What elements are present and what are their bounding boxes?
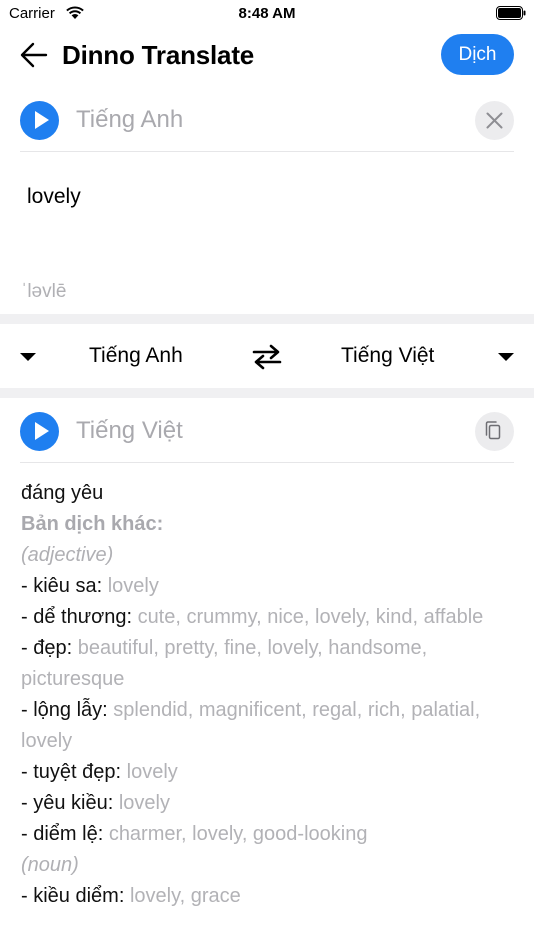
synonyms: lovely [118, 792, 170, 814]
caret-down-icon[interactable] [20, 353, 36, 361]
part-of-speech: (adjective) [21, 544, 114, 566]
other-translations-label: Bản dịch khác: [21, 513, 164, 535]
list-item: - dể thương: cute, crummy, nice, lovely,… [21, 602, 521, 633]
divider [20, 151, 514, 152]
translation-term: - dể thương: [21, 606, 138, 628]
list-item: - yêu kiều: lovely [21, 788, 521, 819]
main-translation: đáng yêu [21, 482, 104, 504]
translation-term: - kiều diểm: [21, 885, 130, 907]
page-title: Dinno Translate [62, 40, 255, 70]
translation-result: đáng yêu Bản dịch khác: (adjective) - ki… [21, 478, 521, 912]
close-icon [486, 112, 503, 129]
navigation-bar: Dinno Translate Dịch [0, 28, 534, 84]
target-language-label: Tiếng Việt [76, 417, 183, 444]
clock: 8:48 AM [238, 5, 296, 22]
source-header: Tiếng Anh [20, 100, 514, 142]
section-separator [0, 314, 534, 324]
list-item: - đẹp: beautiful, pretty, fine, lovely, … [21, 633, 521, 695]
language-selector-bar: Tiếng Anh Tiếng Việt [0, 324, 534, 388]
target-header: Tiếng Việt [20, 411, 514, 453]
play-icon[interactable] [20, 412, 59, 451]
translation-term: - đẹp: [21, 637, 78, 659]
section-separator [0, 388, 534, 398]
translation-term: - lộng lẫy: [21, 699, 114, 721]
list-item: - kiều diểm: lovely, grace [21, 881, 521, 912]
translation-term: - kiêu sa: [21, 575, 108, 597]
copy-button[interactable] [475, 412, 514, 451]
source-language-label: Tiếng Anh [76, 106, 184, 133]
battery-icon [496, 6, 526, 20]
play-icon[interactable] [20, 101, 59, 140]
source-language-select[interactable]: Tiếng Anh [89, 344, 183, 368]
clear-button[interactable] [475, 101, 514, 140]
part-of-speech: (noun) [21, 854, 79, 876]
synonyms: cute, crummy, nice, lovely, kind, affabl… [137, 606, 484, 628]
translate-button[interactable]: Dịch [441, 34, 514, 75]
synonyms: beautiful, pretty, fine, lovely, handsom… [21, 637, 428, 690]
swap-icon[interactable] [250, 343, 284, 371]
copy-icon [485, 421, 501, 440]
synonyms: lovely, grace [129, 885, 241, 907]
target-language-select[interactable]: Tiếng Việt [341, 344, 434, 368]
divider [20, 462, 514, 463]
translation-term: - diểm lệ: [21, 823, 109, 845]
list-item: - diểm lệ: charmer, lovely, good-looking [21, 819, 521, 850]
synonyms: lovely [126, 761, 178, 783]
translation-term: - tuyệt đẹp: [21, 761, 127, 783]
phonetic-text: ˈləvlē [21, 281, 67, 302]
synonyms: lovely [107, 575, 159, 597]
caret-down-icon[interactable] [498, 353, 514, 361]
translation-term: - yêu kiều: [21, 792, 119, 814]
list-item: - lộng lẫy: splendid, magnificent, regal… [21, 695, 521, 757]
back-arrow-icon[interactable] [20, 42, 48, 68]
list-item: - tuyệt đẹp: lovely [21, 757, 521, 788]
synonyms: charmer, lovely, good-looking [108, 823, 368, 845]
status-bar: Carrier 8:48 AM [0, 0, 534, 28]
source-text-input[interactable]: lovely [27, 185, 81, 209]
list-item: - kiêu sa: lovely [21, 571, 521, 602]
